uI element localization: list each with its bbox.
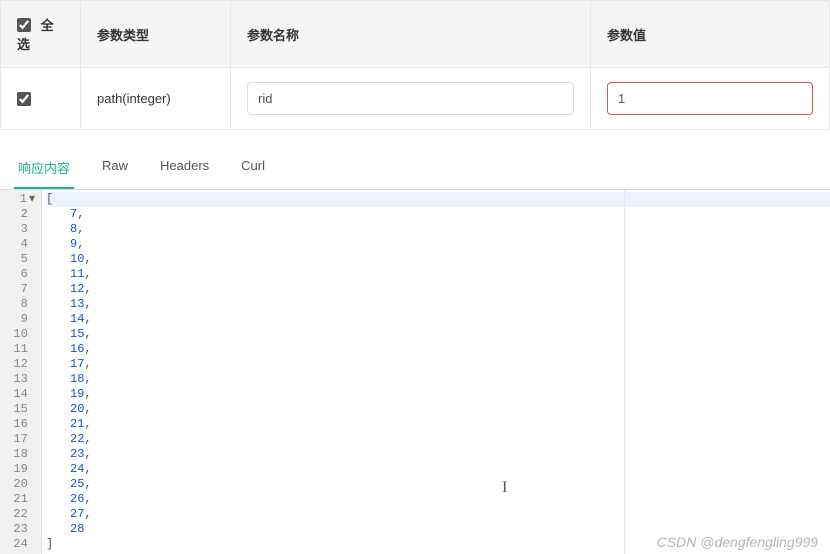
header-select-all[interactable]: 全选 — [1, 1, 81, 68]
tab-headers[interactable]: Headers — [160, 148, 209, 189]
code-viewer: 1▾2 3 4 5 6 7 8 9 10 11 12 13 14 15 16 1… — [0, 189, 830, 554]
text-cursor-icon: I — [502, 480, 507, 495]
param-value-input[interactable] — [607, 82, 813, 115]
code-content[interactable]: [7,8,9,10,11,12,13,14,15,16,17,18,19,20,… — [42, 190, 830, 554]
row-checkbox[interactable] — [17, 92, 31, 106]
code-gutter: 1▾2 3 4 5 6 7 8 9 10 11 12 13 14 15 16 1… — [0, 190, 42, 554]
panel-divider — [624, 190, 625, 554]
param-type-cell: path(integer) — [81, 68, 231, 130]
tab-raw[interactable]: Raw — [102, 148, 128, 189]
tab-curl[interactable]: Curl — [241, 148, 265, 189]
header-param-name: 参数名称 — [231, 1, 591, 68]
header-param-type: 参数类型 — [81, 1, 231, 68]
header-param-value: 参数值 — [591, 1, 830, 68]
tab-response[interactable]: 响应内容 — [18, 148, 70, 189]
select-all-checkbox[interactable] — [17, 18, 31, 32]
response-tabs: 响应内容 Raw Headers Curl — [0, 148, 830, 189]
parameters-table: 全选 参数类型 参数名称 参数值 path(integer) — [0, 0, 830, 130]
param-name-input[interactable] — [247, 82, 574, 115]
param-row: path(integer) — [1, 68, 830, 130]
